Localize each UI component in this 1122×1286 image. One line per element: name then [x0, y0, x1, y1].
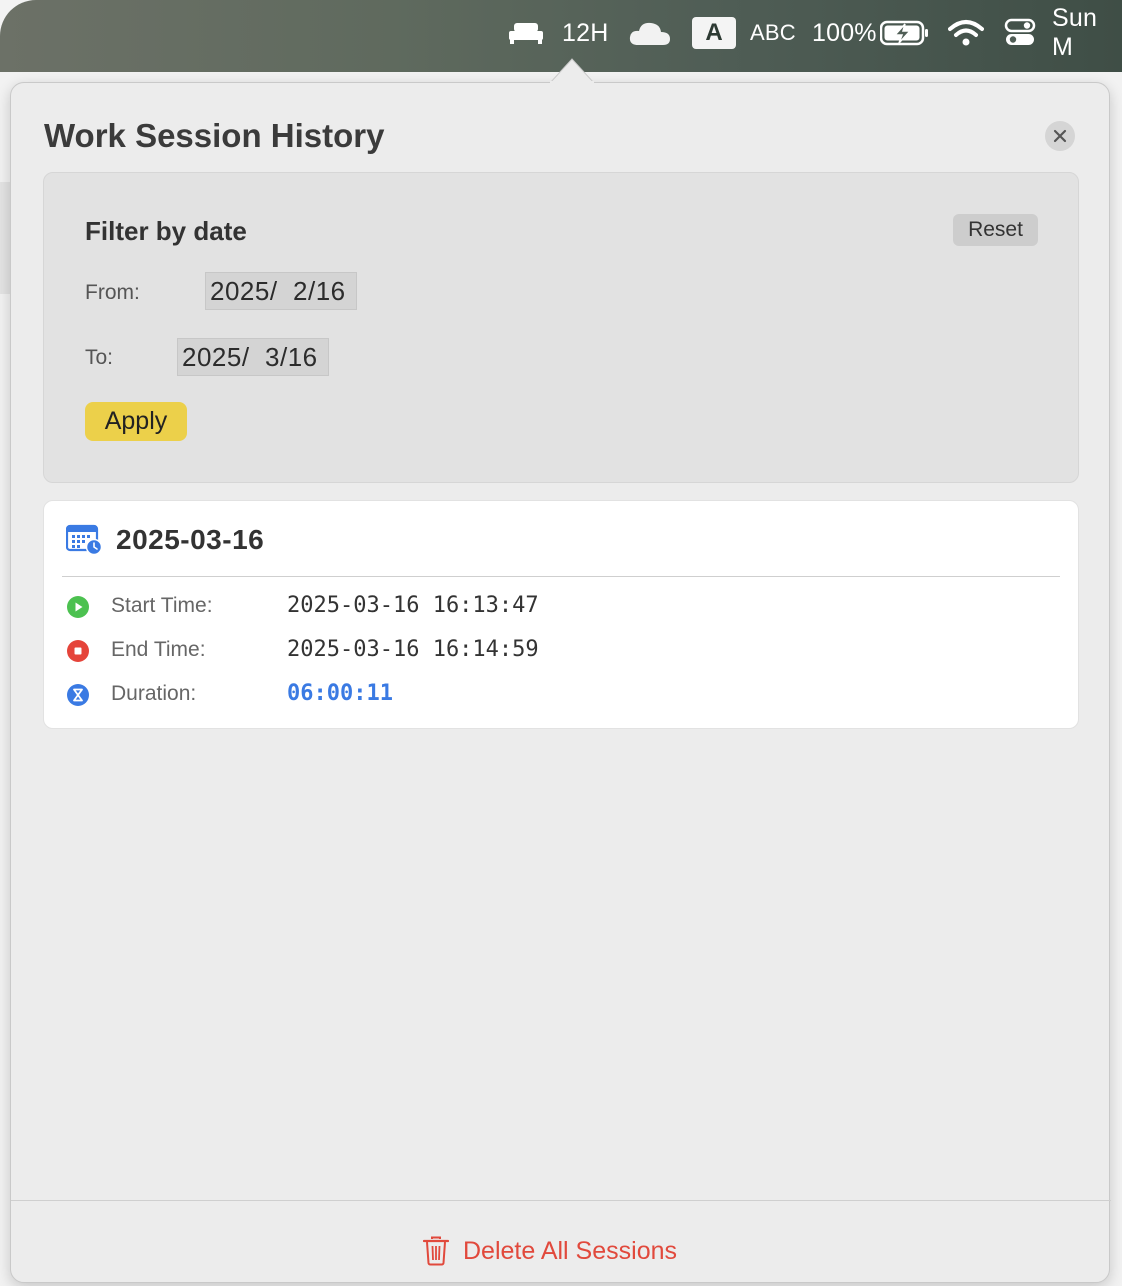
- to-label: To:: [85, 346, 114, 369]
- session-history-popover: Work Session History Filter by date Rese…: [10, 58, 1111, 1283]
- time-format-label: 12H: [562, 18, 609, 47]
- delete-all-sessions-button[interactable]: Delete All Sessions: [423, 1231, 677, 1271]
- input-source-menu[interactable]: ABC: [750, 0, 796, 66]
- datetime-menu[interactable]: Sun M: [1052, 0, 1122, 66]
- play-icon: [67, 596, 89, 618]
- delete-all-label: Delete All Sessions: [463, 1236, 678, 1265]
- apply-button[interactable]: Apply: [85, 402, 187, 441]
- footer-divider: [11, 1200, 1111, 1201]
- battery-percent-label: 100%: [812, 18, 877, 47]
- bed-icon[interactable]: [508, 0, 544, 66]
- close-button[interactable]: [1045, 121, 1075, 151]
- stop-icon: [67, 640, 89, 662]
- battery-charging-icon[interactable]: [880, 0, 930, 66]
- reset-button[interactable]: Reset: [953, 214, 1038, 246]
- hourglass-icon: [67, 684, 89, 706]
- popover-arrow: [550, 58, 594, 83]
- input-badge-label: A: [692, 17, 736, 49]
- session-card: 2025-03-16 Start Time: 2025-03-16 16:13:…: [43, 500, 1079, 729]
- end-time-value: 2025-03-16 16:14:59: [287, 637, 539, 662]
- card-divider: [62, 576, 1060, 577]
- filter-title: Filter by date: [85, 216, 247, 246]
- end-time-label: End Time:: [111, 638, 206, 661]
- cloud-icon[interactable]: [628, 0, 672, 66]
- close-icon: [1053, 129, 1067, 143]
- wifi-icon[interactable]: [948, 0, 984, 66]
- date-filter-panel: Filter by date Reset From: 2025/ 2/16 To…: [43, 172, 1079, 483]
- start-time-row: Start Time: 2025-03-16 16:13:47: [66, 593, 1026, 621]
- input-source-label: ABC: [750, 20, 796, 45]
- calendar-clock-icon: [66, 524, 102, 555]
- start-time-value: 2025-03-16 16:13:47: [287, 593, 539, 618]
- from-date-picker[interactable]: 2025/ 2/16: [205, 272, 357, 310]
- control-center-icon[interactable]: [1004, 0, 1036, 66]
- datetime-label: Sun M: [1052, 4, 1098, 61]
- end-time-row: End Time: 2025-03-16 16:14:59: [66, 637, 1026, 665]
- duration-row: Duration: 06:00:11: [66, 681, 1026, 709]
- input-source-badge[interactable]: A: [692, 0, 736, 66]
- battery-percent[interactable]: 100%: [812, 0, 877, 66]
- trash-icon: [423, 1236, 449, 1266]
- popover-title: Work Session History: [44, 117, 385, 154]
- session-date: 2025-03-16: [116, 524, 265, 555]
- start-time-label: Start Time:: [111, 594, 213, 617]
- duration-label: Duration:: [111, 682, 197, 705]
- from-label: From:: [85, 281, 140, 304]
- duration-value: 06:00:11: [287, 681, 393, 706]
- to-date-picker[interactable]: 2025/ 3/16: [177, 338, 329, 376]
